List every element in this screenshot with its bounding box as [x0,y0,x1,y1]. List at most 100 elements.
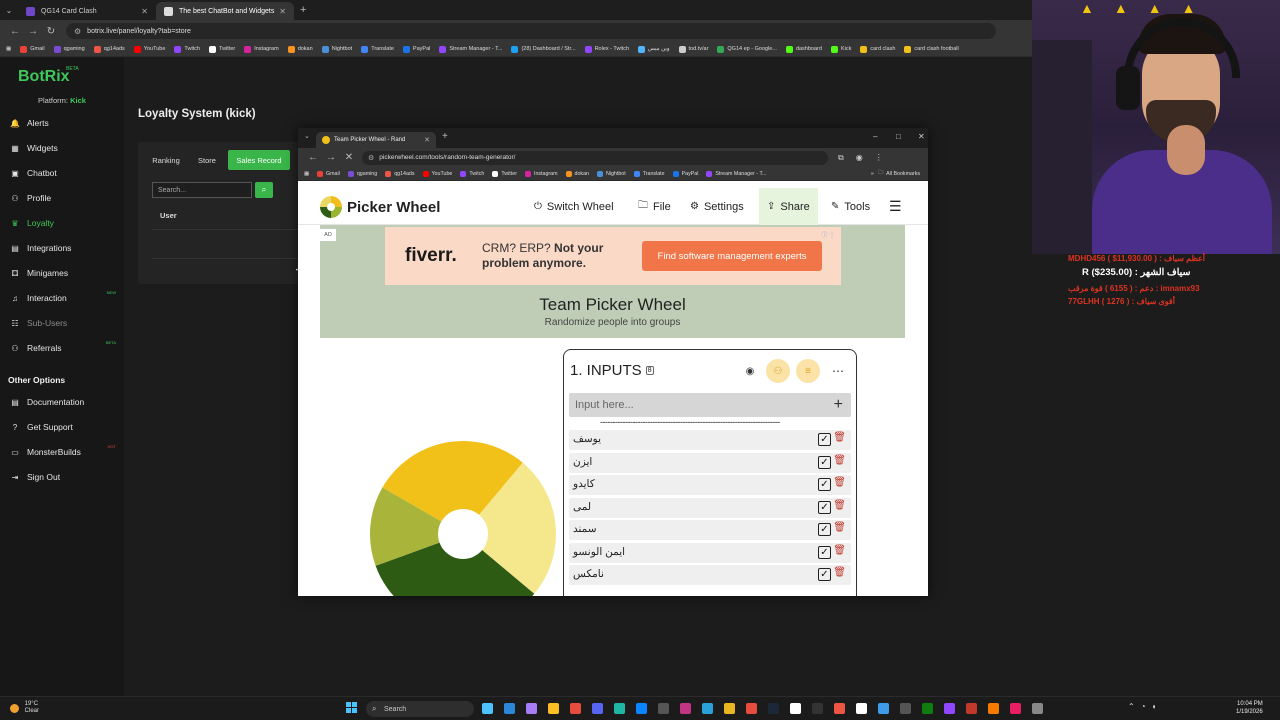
profile-icon[interactable]: ◉ [856,153,863,162]
bookmark-item[interactable]: Kick [830,45,851,53]
bookmark-item[interactable]: YouTube [133,45,165,53]
bookmark-item[interactable]: Instagram [244,45,279,53]
weather-widget[interactable]: 19°C Clear [10,701,39,715]
reload-icon[interactable]: ↻ [42,26,60,37]
list-item[interactable]: نامكس ✓ 🗑 [569,565,851,585]
menu-share[interactable]: ⇪ Share [759,188,818,225]
volume-icon[interactable]: ◖ [1152,702,1163,711]
trash-icon[interactable]: 🗑 [833,455,846,466]
tab-close-icon[interactable]: ✕ [141,7,148,16]
entry-checkbox[interactable]: ✓ [818,455,831,469]
menu-settings[interactable]: ⚙ Settings [690,188,744,225]
hamburger-menu-icon[interactable]: ☰ [889,188,902,225]
taskbar-app-icon[interactable] [504,703,515,714]
ad-info-icon[interactable]: ⓘ ⋮ [821,230,835,239]
popup-address-bar[interactable]: ⚙ pickerwheel.com/tools/random-team-gene… [362,150,828,165]
taskbar-app-icon[interactable] [680,703,691,714]
taskbar-app-icon[interactable] [658,703,669,714]
bookmark-item[interactable]: dokan [565,170,589,177]
tray-chevron-icon[interactable]: ⌃ [1128,702,1141,711]
bookmarks-overflow-icon[interactable]: » [871,171,874,177]
new-tab-icon[interactable]: + [442,131,448,142]
bookmark-item[interactable]: (28) Dashboard / Str... [511,45,576,53]
botrix-logo[interactable]: BotRix BETA [18,66,79,86]
apps-icon[interactable]: ▦ [6,46,11,52]
wheel-center[interactable] [438,509,488,559]
popup-tab[interactable]: Team Picker Wheel - Rand ✕ [316,132,436,148]
add-entry-icon[interactable]: + [834,396,843,414]
taskbar-app-icon[interactable] [702,703,713,714]
tab-close-icon[interactable]: ✕ [424,136,430,144]
sidebar-item-documentation[interactable]: ▤ Documentation [10,397,120,407]
ad-banner[interactable]: fiverr. CRM? ERP? Not your problem anymo… [385,227,841,285]
sidebar-item-interaction[interactable]: ♫ Interaction NEW [10,290,120,303]
list-item[interactable]: ايمن الونسو ✓ 🗑 [569,542,851,563]
taskbar-app-icon[interactable] [570,703,581,714]
clock[interactable]: 10:04 PM 1/19/2026 [1236,700,1263,716]
bookmark-item[interactable]: qg14ads [93,45,125,53]
bookmark-item[interactable]: YouTube [422,170,452,177]
bookmark-item[interactable]: tod.tv/ar [678,45,708,53]
tab-search-icon[interactable]: ⌄ [304,132,310,140]
bookmark-item[interactable]: Twitch [174,45,200,53]
taskbar-app-icon[interactable] [966,703,977,714]
taskbar-app-icon[interactable] [592,703,603,714]
list-item[interactable]: ايزن ✓ 🗑 [569,452,851,473]
taskbar-app-icon[interactable] [900,703,911,714]
trash-icon[interactable]: 🗑 [833,522,846,533]
bookmark-item[interactable]: Twitch [460,170,484,177]
bookmark-item[interactable]: card clash [860,45,895,53]
sidebar-item-chatbot[interactable]: ▣ Chatbot [10,168,120,178]
all-bookmarks[interactable]: 🗀 All Bookmarks [878,169,920,178]
bookmark-item[interactable]: Rolex - Twitch [584,45,629,53]
trash-icon[interactable]: 🗑 [833,545,846,556]
sidebar-item-sub-users[interactable]: ☷ Sub-Users [10,318,120,328]
site-info-icon[interactable]: ⚙ [368,154,374,162]
bookmark-item[interactable]: Instagram [524,170,558,177]
minimize-icon[interactable]: – [873,132,877,141]
bookmark-item[interactable]: dokan [287,45,313,53]
list-item[interactable]: يوسف ✓ 🗑 [569,430,851,450]
eye-icon[interactable]: ◉ [738,359,762,383]
taskbar-search[interactable]: ⌕ Search [366,701,474,717]
menu-file[interactable]: 🗀 File [638,188,671,225]
bookmark-item[interactable]: Stream Manager - T... [706,170,767,177]
taskbar-app-icon[interactable] [548,703,559,714]
menu-switch-wheel[interactable]: ⏻ Switch Wheel [534,188,614,225]
bookmark-item[interactable]: وين ميس [638,45,670,53]
site-info-icon[interactable]: ⚙ [74,27,81,36]
bookmark-item[interactable]: Nightbot [321,45,352,53]
network-icon[interactable]: ◔ [1141,702,1152,711]
picker-wheel-logo[interactable]: Picker Wheel [320,196,440,218]
taskbar-app-icon[interactable] [724,703,735,714]
entry-input[interactable]: Input here... + [569,393,851,417]
taskbar-app-icon[interactable] [746,703,757,714]
taskbar-app-icon[interactable] [768,703,779,714]
start-button-icon[interactable] [346,702,358,714]
bookmark-item[interactable]: Nightbot [596,170,626,177]
sidebar-item-referrals[interactable]: ⚇ Referrals BETA [10,340,120,353]
search-button[interactable]: ⌕ [255,182,273,198]
entry-checkbox[interactable]: ✓ [818,433,831,446]
entry-checkbox[interactable]: ✓ [818,545,831,559]
taskbar-app-icon[interactable] [636,703,647,714]
sidebar-item-profile[interactable]: ⚇ Profile [10,193,120,203]
bookmark-item[interactable]: qgaming [53,45,85,53]
sidebar-item-widgets[interactable]: ▦ Widgets [10,143,120,153]
bookmark-item[interactable]: QG14 ep - Google... [717,45,777,53]
close-window-icon[interactable]: ✕ [918,132,925,141]
taskbar-app-icon[interactable] [856,703,867,714]
taskbar-app-icon[interactable] [878,703,889,714]
address-bar[interactable]: ⚙ botrix.live/panel/loyalty?tab=store [66,23,996,39]
bookmark-item[interactable]: Stream Manager - T... [439,45,502,53]
bookmark-item[interactable]: Translate [361,45,394,53]
tab-ranking[interactable]: Ranking [146,150,186,170]
new-tab-icon[interactable]: + [300,4,306,16]
taskbar-app-icon[interactable] [614,703,625,714]
extensions-icon[interactable]: ⧉ [838,153,844,163]
sidebar-item-minigames[interactable]: ⚃ Minigames [10,268,120,278]
taskbar-app-icon[interactable] [922,703,933,714]
team-wheel[interactable] [368,439,558,596]
back-icon[interactable]: ← [6,26,24,37]
tab-close-icon[interactable]: ✕ [279,7,286,16]
